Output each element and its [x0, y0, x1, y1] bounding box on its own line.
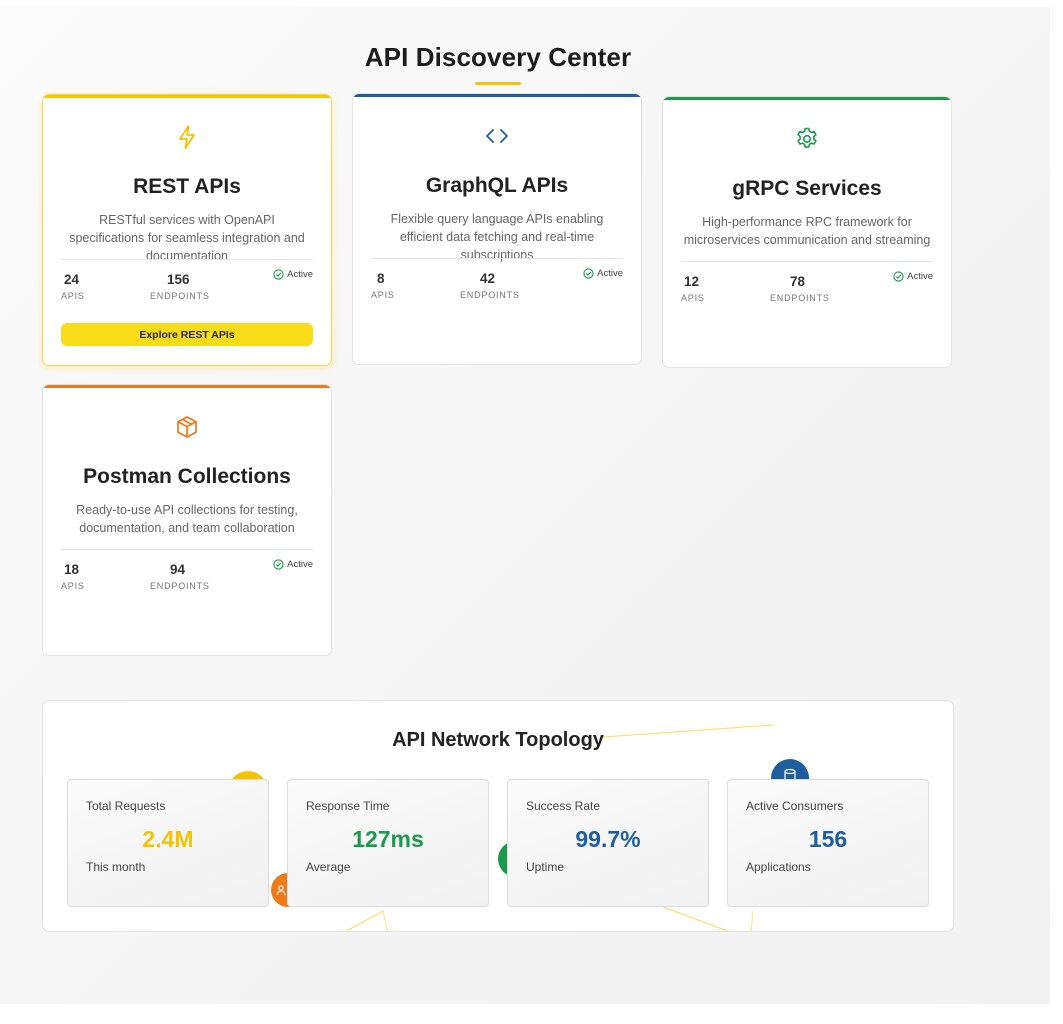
apis-label: APIS	[371, 290, 395, 300]
card-divider	[61, 549, 313, 550]
status-badge: Active	[583, 268, 623, 279]
metric-label: Total Requests	[86, 799, 166, 813]
card-description: Flexible query language APIs enabling ef…	[390, 212, 604, 262]
explore-rest-apis-button[interactable]: Explore REST APIs	[61, 323, 313, 346]
card-divider	[61, 259, 313, 260]
status-badge: Active	[273, 559, 313, 570]
card-graphql-apis[interactable]: GraphQL APIs Flexible query language API…	[352, 93, 642, 365]
code-brackets-icon	[353, 122, 641, 150]
card-accent-bar	[663, 97, 951, 100]
card-postman-collections[interactable]: Postman Collections Ready-to-use API col…	[42, 384, 332, 656]
apis-label: APIS	[61, 581, 85, 591]
status-text: Active	[287, 559, 313, 570]
metric-card-response-time: Response Time 127ms Average	[287, 779, 489, 907]
card-title: GraphQL APIs	[425, 174, 569, 197]
card-divider	[371, 258, 623, 259]
card-title: REST APIs	[133, 175, 241, 198]
metric-value: 2.4M	[142, 826, 194, 852]
check-circle-icon	[893, 271, 904, 282]
package-icon	[43, 413, 331, 441]
endpoints-count: 78	[790, 274, 806, 289]
card-title: Postman Collections	[83, 465, 291, 488]
status-text: Active	[287, 269, 313, 280]
apis-count: 12	[684, 274, 700, 289]
metric-label: Success Rate	[526, 799, 601, 813]
endpoints-count: 42	[480, 271, 496, 286]
topology-title: API Network Topology	[392, 729, 604, 751]
card-grpc-services[interactable]: gRPC Services High-performance RPC frame…	[662, 96, 952, 368]
apis-label: APIS	[61, 291, 85, 301]
check-circle-icon	[273, 559, 284, 570]
metric-subtext: Average	[306, 860, 351, 874]
metric-card-total-requests: Total Requests 2.4M This month	[67, 779, 269, 907]
metric-card-success-rate: Success Rate 99.7% Uptime	[507, 779, 709, 907]
apis-count: 18	[64, 562, 80, 577]
card-description: RESTful services with OpenAPI specificat…	[69, 213, 305, 263]
status-text: Active	[597, 268, 623, 279]
page-title: API Discovery Center	[364, 42, 632, 72]
endpoints-label: ENDPOINTS	[150, 291, 210, 301]
metric-value: 127ms	[352, 826, 424, 852]
metric-label: Active Consumers	[746, 799, 844, 813]
card-title: gRPC Services	[732, 177, 882, 200]
card-divider	[681, 261, 933, 262]
metric-subtext: This month	[86, 860, 146, 874]
status-badge: Active	[273, 269, 313, 280]
status-badge: Active	[893, 271, 933, 282]
metric-card-active-consumers: Active Consumers 156 Applications	[727, 779, 929, 907]
metric-value: 156	[808, 826, 848, 852]
card-rest-apis[interactable]: REST APIs RESTful services with OpenAPI …	[42, 94, 332, 366]
network-topology-panel: API Network Topology Total Requests 2.4M…	[42, 700, 954, 932]
endpoints-label: ENDPOINTS	[770, 293, 830, 303]
endpoints-label: ENDPOINTS	[460, 290, 520, 300]
apis-label: APIS	[681, 293, 705, 303]
card-accent-bar	[43, 385, 331, 388]
endpoints-label: ENDPOINTS	[150, 581, 210, 591]
endpoints-count: 94	[170, 562, 186, 577]
gear-icon	[663, 125, 951, 153]
apis-count: 24	[64, 272, 80, 287]
card-description: Ready-to-use API collections for testing…	[76, 503, 298, 535]
card-description: High-performance RPC framework for micro…	[683, 215, 931, 247]
metric-subtext: Applications	[746, 860, 811, 874]
user-icon	[276, 885, 286, 896]
endpoints-count: 156	[167, 272, 190, 287]
card-accent-bar	[353, 94, 641, 97]
card-accent-bar	[43, 95, 331, 98]
title-underline	[475, 82, 521, 85]
metric-subtext: Uptime	[526, 860, 565, 874]
apis-count: 8	[377, 271, 385, 286]
lightning-icon	[43, 123, 331, 151]
check-circle-icon	[583, 268, 594, 279]
status-text: Active	[907, 271, 933, 282]
metric-value: 99.7%	[575, 826, 641, 852]
check-circle-icon	[273, 269, 284, 280]
metric-label: Response Time	[306, 799, 390, 813]
